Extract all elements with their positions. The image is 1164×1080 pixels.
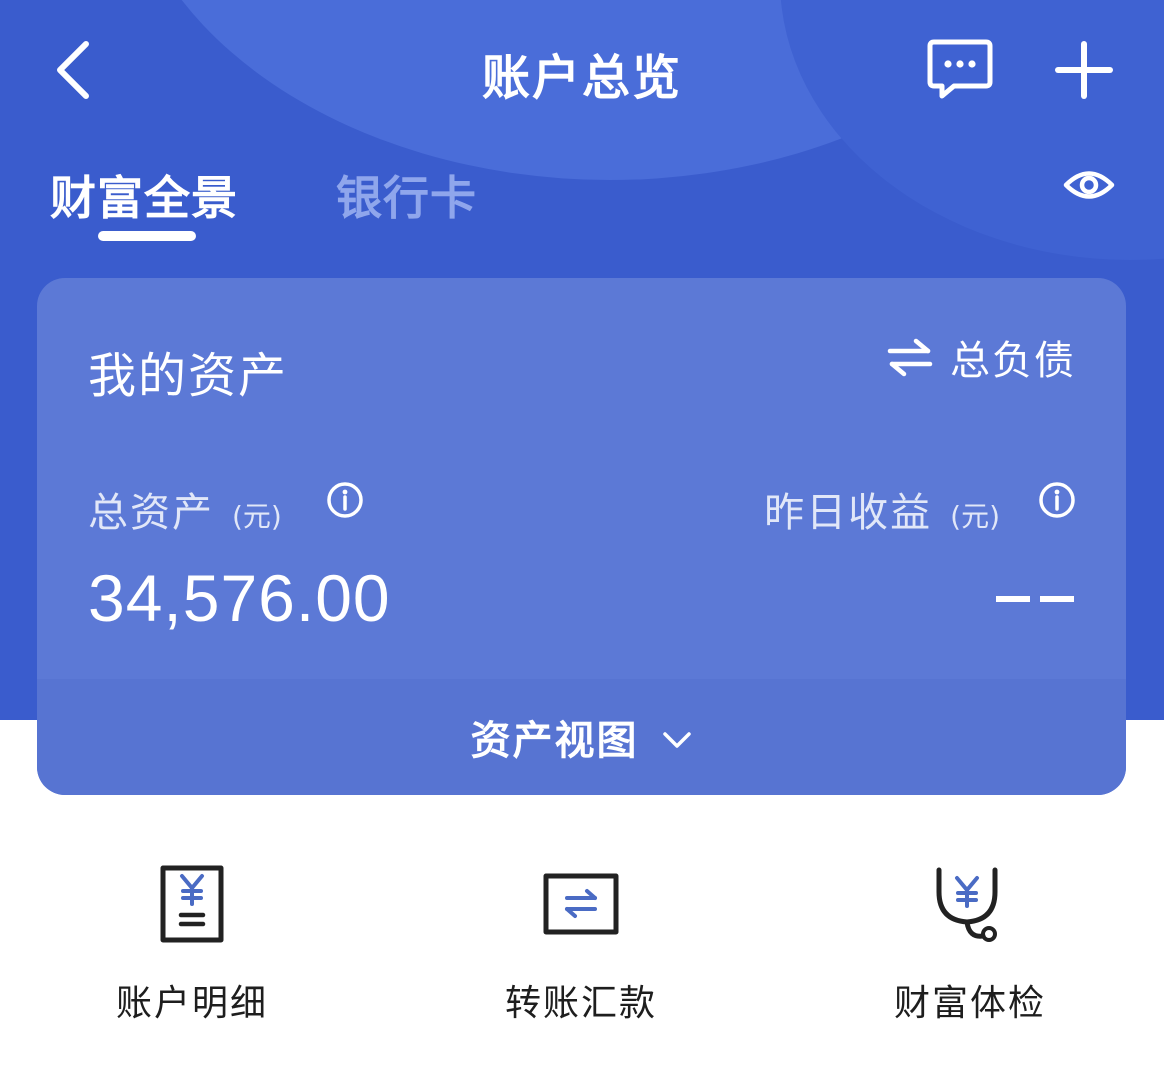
switch-label: 总负债: [950, 338, 1076, 384]
transfer-icon: [543, 873, 619, 935]
placeholder-dash: [1040, 596, 1074, 602]
account-overview-page: 账户总览 财富全景 银行卡 我的资产 总负债 总资产 (元) 昨日收益 (元) …: [0, 0, 1164, 1080]
total-assets-info-button[interactable]: [326, 481, 364, 519]
receipt-yuan-icon: [160, 865, 224, 943]
placeholder-dash: [996, 596, 1030, 602]
yesterday-income-unit: (元): [950, 500, 1000, 533]
transfer-label: 转账汇款: [504, 983, 657, 1024]
yesterday-income-info-button[interactable]: [1038, 481, 1076, 519]
active-tab-indicator: [98, 231, 196, 241]
top-bar: 账户总览: [0, 0, 1164, 140]
wealth-checkup-action[interactable]: 财富体检: [850, 862, 1090, 1026]
asset-view-label: 资产视图: [470, 718, 639, 764]
info-icon: [327, 482, 363, 518]
chevron-down-icon: [662, 732, 691, 748]
plus-icon: [1055, 41, 1113, 99]
message-button[interactable]: [924, 34, 996, 104]
transfer-action[interactable]: 转账汇款: [461, 862, 701, 1026]
stethoscope-yuan-icon: [936, 867, 998, 942]
total-assets-label: 总资产 (元): [88, 480, 282, 538]
add-button[interactable]: [1050, 36, 1118, 104]
asset-view-toggle[interactable]: 资产视图: [37, 679, 1126, 795]
info-icon: [1039, 482, 1075, 518]
tab-bank-card[interactable]: 银行卡: [336, 162, 477, 228]
account-details-label: 账户明细: [115, 983, 268, 1024]
total-assets-name: 总资产: [88, 490, 214, 536]
eye-icon: [1063, 171, 1115, 199]
swap-arrows-icon: [887, 338, 933, 377]
toggle-visibility-button[interactable]: [1062, 160, 1116, 210]
tab-wealth-overview[interactable]: 财富全景: [50, 162, 238, 228]
my-assets-card: 我的资产 总负债 总资产 (元) 昨日收益 (元) 34,576.00 资产视图: [37, 278, 1126, 795]
total-assets-value: 34,576.00: [88, 561, 391, 635]
message-icon: [927, 39, 993, 99]
chevron-left-icon: [57, 41, 89, 99]
back-button[interactable]: [46, 34, 106, 104]
switch-to-liabilities-button[interactable]: 总负债: [886, 328, 1076, 386]
yesterday-income-name: 昨日收益: [764, 490, 933, 536]
yesterday-income-label: 昨日收益 (元): [764, 480, 1000, 538]
account-details-action[interactable]: 账户明细: [72, 862, 312, 1026]
total-assets-unit: (元): [232, 500, 282, 533]
yesterday-income-value: [996, 596, 1074, 606]
wealth-checkup-label: 财富体检: [893, 983, 1046, 1024]
card-title: 我的资产: [88, 348, 289, 404]
